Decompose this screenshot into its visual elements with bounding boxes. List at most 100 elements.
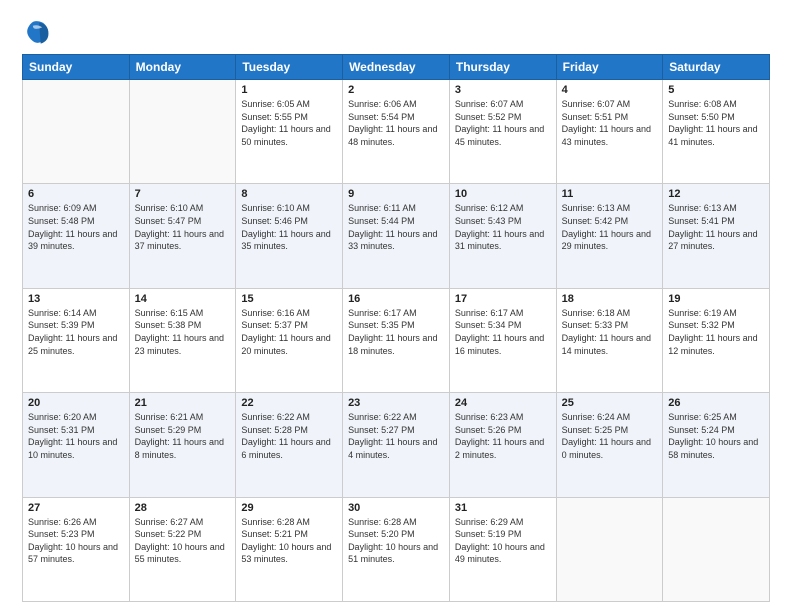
day-number: 11 — [562, 188, 658, 200]
day-number: 2 — [348, 84, 444, 96]
weekday-header-tuesday: Tuesday — [236, 55, 343, 80]
day-number: 20 — [28, 397, 124, 409]
day-number: 9 — [348, 188, 444, 200]
weekday-header-wednesday: Wednesday — [343, 55, 450, 80]
day-info: Sunrise: 6:28 AM Sunset: 5:20 PM Dayligh… — [348, 516, 444, 566]
day-info: Sunrise: 6:12 AM Sunset: 5:43 PM Dayligh… — [455, 202, 551, 252]
day-info: Sunrise: 6:15 AM Sunset: 5:38 PM Dayligh… — [135, 307, 231, 357]
calendar-cell: 4 Sunrise: 6:07 AM Sunset: 5:51 PM Daylig… — [556, 80, 663, 184]
day-number: 5 — [668, 84, 764, 96]
weekday-header-row: SundayMondayTuesdayWednesdayThursdayFrid… — [23, 55, 770, 80]
day-info: Sunrise: 6:25 AM Sunset: 5:24 PM Dayligh… — [668, 411, 764, 461]
calendar-cell: 31 Sunrise: 6:29 AM Sunset: 5:19 PM Dayli… — [449, 497, 556, 601]
calendar-cell: 25 Sunrise: 6:24 AM Sunset: 5:25 PM Dayli… — [556, 393, 663, 497]
calendar-cell: 12 Sunrise: 6:13 AM Sunset: 5:41 PM Dayli… — [663, 184, 770, 288]
calendar-cell: 22 Sunrise: 6:22 AM Sunset: 5:28 PM Dayli… — [236, 393, 343, 497]
calendar-cell: 7 Sunrise: 6:10 AM Sunset: 5:47 PM Daylig… — [129, 184, 236, 288]
day-info: Sunrise: 6:26 AM Sunset: 5:23 PM Dayligh… — [28, 516, 124, 566]
day-info: Sunrise: 6:24 AM Sunset: 5:25 PM Dayligh… — [562, 411, 658, 461]
header — [22, 18, 770, 46]
week-row-3: 13 Sunrise: 6:14 AM Sunset: 5:39 PM Dayli… — [23, 288, 770, 392]
day-number: 10 — [455, 188, 551, 200]
day-info: Sunrise: 6:20 AM Sunset: 5:31 PM Dayligh… — [28, 411, 124, 461]
day-number: 16 — [348, 293, 444, 305]
calendar-cell: 30 Sunrise: 6:28 AM Sunset: 5:20 PM Dayli… — [343, 497, 450, 601]
page: SundayMondayTuesdayWednesdayThursdayFrid… — [0, 0, 792, 612]
day-info: Sunrise: 6:17 AM Sunset: 5:34 PM Dayligh… — [455, 307, 551, 357]
day-info: Sunrise: 6:08 AM Sunset: 5:50 PM Dayligh… — [668, 98, 764, 148]
calendar-cell: 9 Sunrise: 6:11 AM Sunset: 5:44 PM Daylig… — [343, 184, 450, 288]
day-info: Sunrise: 6:16 AM Sunset: 5:37 PM Dayligh… — [241, 307, 337, 357]
day-info: Sunrise: 6:11 AM Sunset: 5:44 PM Dayligh… — [348, 202, 444, 252]
day-info: Sunrise: 6:10 AM Sunset: 5:47 PM Dayligh… — [135, 202, 231, 252]
day-number: 28 — [135, 502, 231, 514]
day-number: 4 — [562, 84, 658, 96]
day-info: Sunrise: 6:13 AM Sunset: 5:42 PM Dayligh… — [562, 202, 658, 252]
calendar-cell: 6 Sunrise: 6:09 AM Sunset: 5:48 PM Daylig… — [23, 184, 130, 288]
day-info: Sunrise: 6:22 AM Sunset: 5:28 PM Dayligh… — [241, 411, 337, 461]
calendar-cell: 18 Sunrise: 6:18 AM Sunset: 5:33 PM Dayli… — [556, 288, 663, 392]
day-number: 27 — [28, 502, 124, 514]
calendar-cell — [663, 497, 770, 601]
day-number: 15 — [241, 293, 337, 305]
day-number: 8 — [241, 188, 337, 200]
day-number: 21 — [135, 397, 231, 409]
calendar-cell: 1 Sunrise: 6:05 AM Sunset: 5:55 PM Daylig… — [236, 80, 343, 184]
logo — [22, 18, 54, 46]
calendar-cell — [556, 497, 663, 601]
calendar-cell: 2 Sunrise: 6:06 AM Sunset: 5:54 PM Daylig… — [343, 80, 450, 184]
day-info: Sunrise: 6:07 AM Sunset: 5:51 PM Dayligh… — [562, 98, 658, 148]
calendar-cell: 8 Sunrise: 6:10 AM Sunset: 5:46 PM Daylig… — [236, 184, 343, 288]
week-row-4: 20 Sunrise: 6:20 AM Sunset: 5:31 PM Dayli… — [23, 393, 770, 497]
calendar-cell: 26 Sunrise: 6:25 AM Sunset: 5:24 PM Dayli… — [663, 393, 770, 497]
day-number: 3 — [455, 84, 551, 96]
day-number: 29 — [241, 502, 337, 514]
calendar-cell: 3 Sunrise: 6:07 AM Sunset: 5:52 PM Daylig… — [449, 80, 556, 184]
calendar-cell — [23, 80, 130, 184]
day-info: Sunrise: 6:07 AM Sunset: 5:52 PM Dayligh… — [455, 98, 551, 148]
weekday-header-saturday: Saturday — [663, 55, 770, 80]
calendar: SundayMondayTuesdayWednesdayThursdayFrid… — [22, 54, 770, 602]
day-info: Sunrise: 6:06 AM Sunset: 5:54 PM Dayligh… — [348, 98, 444, 148]
calendar-cell: 27 Sunrise: 6:26 AM Sunset: 5:23 PM Dayli… — [23, 497, 130, 601]
calendar-cell: 5 Sunrise: 6:08 AM Sunset: 5:50 PM Daylig… — [663, 80, 770, 184]
day-info: Sunrise: 6:13 AM Sunset: 5:41 PM Dayligh… — [668, 202, 764, 252]
calendar-cell: 11 Sunrise: 6:13 AM Sunset: 5:42 PM Dayli… — [556, 184, 663, 288]
calendar-cell: 16Sunrise: 6:17 AM Sunset: 5:35 PM Dayli… — [343, 288, 450, 392]
day-number: 26 — [668, 397, 764, 409]
day-number: 19 — [668, 293, 764, 305]
day-info: Sunrise: 6:10 AM Sunset: 5:46 PM Dayligh… — [241, 202, 337, 252]
day-info: Sunrise: 6:14 AM Sunset: 5:39 PM Dayligh… — [28, 307, 124, 357]
day-info: Sunrise: 6:28 AM Sunset: 5:21 PM Dayligh… — [241, 516, 337, 566]
calendar-cell: 10 Sunrise: 6:12 AM Sunset: 5:43 PM Dayli… — [449, 184, 556, 288]
day-info: Sunrise: 6:05 AM Sunset: 5:55 PM Dayligh… — [241, 98, 337, 148]
day-info: Sunrise: 6:09 AM Sunset: 5:48 PM Dayligh… — [28, 202, 124, 252]
day-number: 31 — [455, 502, 551, 514]
calendar-cell: 24 Sunrise: 6:23 AM Sunset: 5:26 PM Dayli… — [449, 393, 556, 497]
day-number: 13 — [28, 293, 124, 305]
calendar-cell: 13 Sunrise: 6:14 AM Sunset: 5:39 PM Dayli… — [23, 288, 130, 392]
calendar-cell: 20 Sunrise: 6:20 AM Sunset: 5:31 PM Dayli… — [23, 393, 130, 497]
weekday-header-sunday: Sunday — [23, 55, 130, 80]
week-row-5: 27 Sunrise: 6:26 AM Sunset: 5:23 PM Dayli… — [23, 497, 770, 601]
day-number: 23 — [348, 397, 444, 409]
day-number: 6 — [28, 188, 124, 200]
calendar-cell: 23 Sunrise: 6:22 AM Sunset: 5:27 PM Dayli… — [343, 393, 450, 497]
day-number: 12 — [668, 188, 764, 200]
calendar-cell: 17Sunrise: 6:17 AM Sunset: 5:34 PM Dayli… — [449, 288, 556, 392]
day-info: Sunrise: 6:23 AM Sunset: 5:26 PM Dayligh… — [455, 411, 551, 461]
weekday-header-thursday: Thursday — [449, 55, 556, 80]
day-info: Sunrise: 6:21 AM Sunset: 5:29 PM Dayligh… — [135, 411, 231, 461]
week-row-2: 6 Sunrise: 6:09 AM Sunset: 5:48 PM Daylig… — [23, 184, 770, 288]
day-info: Sunrise: 6:18 AM Sunset: 5:33 PM Dayligh… — [562, 307, 658, 357]
day-number: 7 — [135, 188, 231, 200]
day-info: Sunrise: 6:22 AM Sunset: 5:27 PM Dayligh… — [348, 411, 444, 461]
day-number: 24 — [455, 397, 551, 409]
calendar-cell: 14Sunrise: 6:15 AM Sunset: 5:38 PM Dayli… — [129, 288, 236, 392]
day-info: Sunrise: 6:29 AM Sunset: 5:19 PM Dayligh… — [455, 516, 551, 566]
day-number: 1 — [241, 84, 337, 96]
day-number: 22 — [241, 397, 337, 409]
day-number: 25 — [562, 397, 658, 409]
day-number: 30 — [348, 502, 444, 514]
day-number: 18 — [562, 293, 658, 305]
